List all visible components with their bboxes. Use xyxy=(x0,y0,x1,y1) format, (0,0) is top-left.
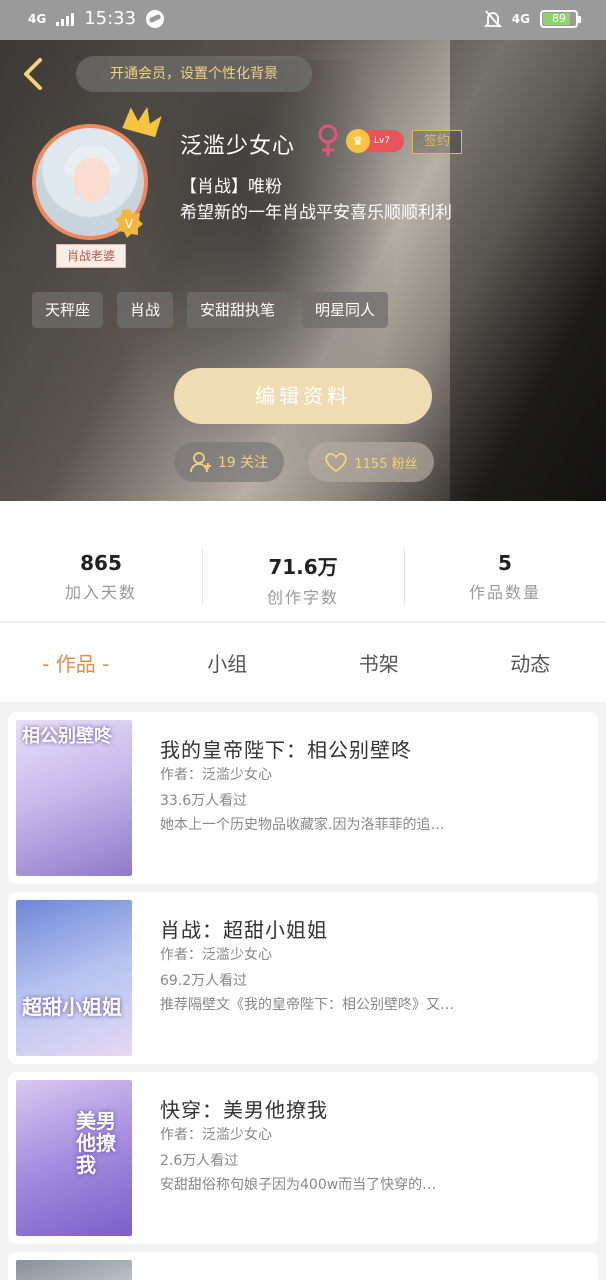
stat-label: 加入天数 xyxy=(64,583,137,602)
tab-activity[interactable]: 动态 xyxy=(455,648,606,677)
status-bar: 4G 15:33 4G 89 xyxy=(0,0,606,40)
edit-profile-button[interactable]: 编辑资料 xyxy=(174,368,432,424)
list-item[interactable]: 美男他撩我 快穿：美男他撩我 作者：泛滥少女心 2.6万人看过 安甜甜俗称句娘子… xyxy=(8,1072,598,1244)
work-author: 作者：泛滥少女心 xyxy=(160,767,272,783)
bio-line-1: 【肖战】唯粉 xyxy=(180,177,282,197)
stat-label: 创作字数 xyxy=(266,588,339,607)
book-cover[interactable]: 美男他撩我 xyxy=(16,1080,132,1236)
v-badge-icon: V xyxy=(115,209,143,238)
stats-panel: 865 加入天数 71.6万 创作字数 5 作品数量 xyxy=(0,501,606,621)
level-badge-icon: ♛ Lv7 xyxy=(346,129,404,153)
add-person-icon xyxy=(189,452,211,473)
tab-works[interactable]: - 作品 - xyxy=(0,648,152,677)
work-description: 安甜甜俗称句娘子因为400w而当了快穿的… xyxy=(160,1177,437,1193)
stat-works-count: 5 作品数量 xyxy=(404,501,606,621)
work-title: 肖战：超甜小姐姐 xyxy=(160,918,328,942)
app-notification-icon xyxy=(146,9,165,28)
following-button[interactable]: 19 关注 xyxy=(174,442,284,482)
work-author: 作者：泛滥少女心 xyxy=(160,947,272,963)
book-cover[interactable] xyxy=(16,1260,132,1280)
bio-line-2: 希望新的一年肖战平安喜乐顺顺利利 xyxy=(180,203,452,223)
tab-bookshelf[interactable]: 书架 xyxy=(303,648,455,677)
stat-word-count: 71.6万 创作字数 xyxy=(202,501,404,621)
list-item[interactable]: 超甜小姐姐 肖战：超甜小姐姐 作者：泛滥少女心 69.2万人看过 推荐隔壁文《我… xyxy=(8,892,598,1064)
stat-number: 5 xyxy=(498,551,512,575)
tag-item[interactable]: 安甜甜执笔 xyxy=(187,292,289,328)
heart-icon xyxy=(325,452,348,473)
profile-tabs: - 作品 - 小组 书架 动态 xyxy=(0,622,606,702)
fans-count: 1155 粉丝 xyxy=(354,456,418,472)
battery-icon: 89 xyxy=(540,10,581,28)
signal-icon xyxy=(56,12,75,26)
works-list: 相公别壁咚 我的皇帝陛下：相公别壁咚 作者：泛滥少女心 33.6万人看过 她本上… xyxy=(8,712,598,1280)
list-item[interactable] xyxy=(8,1252,598,1280)
work-views: 33.6万人看过 xyxy=(160,793,248,809)
stat-join-days: 865 加入天数 xyxy=(0,501,202,621)
work-author: 作者：泛滥少女心 xyxy=(160,1127,272,1143)
work-title: 我的皇帝陛下：相公别壁咚 xyxy=(160,738,412,762)
svg-text:V: V xyxy=(125,217,134,231)
following-count: 19 关注 xyxy=(217,455,269,471)
cover-title: 超甜小姐姐 xyxy=(22,995,122,1019)
level-text: Lv7 xyxy=(374,136,391,146)
profile-header: 开通会员，设置个性化背景 V 肖战老婆 泛滥少女心 ♛ Lv7 签约 【肖战】唯… xyxy=(0,40,606,501)
clock: 15:33 xyxy=(84,8,137,29)
signed-badge: 签约 xyxy=(412,130,462,154)
avatar-tag: 肖战老婆 xyxy=(56,244,126,268)
female-icon xyxy=(318,124,338,156)
level-crown-icon: ♛ xyxy=(346,129,370,153)
member-background-prompt[interactable]: 开通会员，设置个性化背景 xyxy=(76,56,312,92)
work-title: 快穿：美男他撩我 xyxy=(160,1098,328,1122)
back-arrow-icon[interactable] xyxy=(18,54,48,94)
tag-item[interactable]: 明星同人 xyxy=(302,292,389,328)
username: 泛滥少女心 xyxy=(180,134,296,159)
stat-label: 作品数量 xyxy=(468,583,541,602)
work-views: 2.6万人看过 xyxy=(160,1153,239,1169)
work-description: 推荐隔壁文《我的皇帝陛下：相公别壁咚》又… xyxy=(160,997,454,1013)
battery-level: 89 xyxy=(552,12,566,25)
stat-number: 71.6万 xyxy=(268,555,338,579)
stat-number: 865 xyxy=(80,551,122,575)
list-item[interactable]: 相公别壁咚 我的皇帝陛下：相公别壁咚 作者：泛滥少女心 33.6万人看过 她本上… xyxy=(8,712,598,884)
network-indicator-right: 4G xyxy=(511,12,530,26)
cover-title: 相公别壁咚 xyxy=(22,726,112,747)
mute-icon xyxy=(483,10,502,28)
network-indicator: 4G xyxy=(28,11,47,26)
work-description: 她本上一个历史物品收藏家.因为洛菲菲的追… xyxy=(160,817,445,833)
crown-icon xyxy=(122,106,162,138)
tag-item[interactable]: 天秤座 xyxy=(32,292,104,328)
profile-tags: 天秤座 肖战 安甜甜执笔 明星同人 xyxy=(32,292,389,328)
cover-title: 美男他撩我 xyxy=(76,1109,116,1177)
tag-item[interactable]: 肖战 xyxy=(117,292,174,328)
work-views: 69.2万人看过 xyxy=(160,973,248,989)
book-cover[interactable]: 相公别壁咚 xyxy=(16,720,132,876)
fans-button[interactable]: 1155 粉丝 xyxy=(308,442,434,482)
book-cover[interactable]: 超甜小姐姐 xyxy=(16,900,132,1056)
tab-groups[interactable]: 小组 xyxy=(152,648,304,677)
